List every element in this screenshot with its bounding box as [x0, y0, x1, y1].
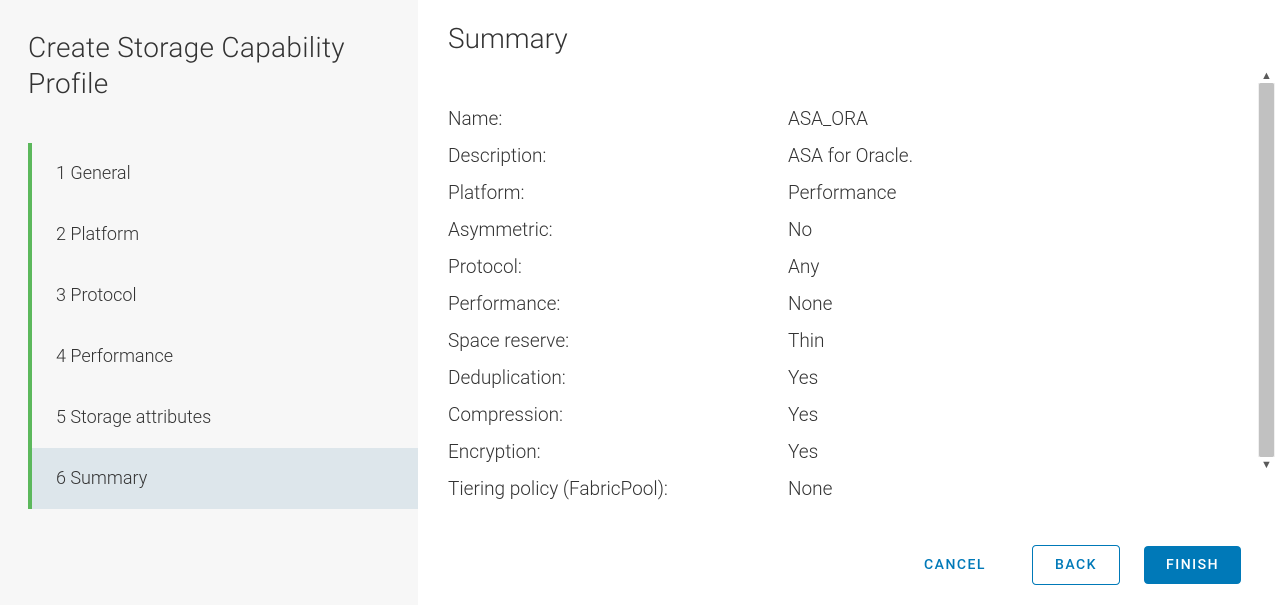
wizard-title: Create Storage Capability Profile	[28, 30, 418, 103]
summary-label: Space reserve:	[448, 329, 788, 352]
step-general[interactable]: 1 General	[32, 143, 418, 204]
vertical-scrollbar[interactable]: ▲ ▼	[1258, 70, 1275, 470]
step-label: Protocol	[70, 285, 136, 306]
step-label: Storage attributes	[70, 407, 211, 428]
summary-label: Platform:	[448, 181, 788, 204]
scroll-track[interactable]	[1258, 83, 1275, 457]
summary-value: Yes	[788, 403, 818, 426]
summary-label: Asymmetric:	[448, 218, 788, 241]
summary-value: ASA for Oracle.	[788, 144, 913, 167]
summary-body: Name: ASA_ORA Description: ASA for Oracl…	[448, 100, 1255, 527]
wizard-steps: 1 General 2 Platform 3 Protocol 4 Perfor…	[28, 143, 418, 509]
summary-value: No	[788, 218, 812, 241]
summary-label: Deduplication:	[448, 366, 788, 389]
summary-row-asymmetric: Asymmetric: No	[448, 211, 1255, 248]
step-platform[interactable]: 2 Platform	[32, 204, 418, 265]
summary-row-compression: Compression: Yes	[448, 396, 1255, 433]
summary-value: Performance	[788, 181, 896, 204]
scroll-thumb[interactable]	[1259, 83, 1274, 457]
summary-row-tiering-policy: Tiering policy (FabricPool): None	[448, 470, 1255, 507]
summary-row-name: Name: ASA_ORA	[448, 100, 1255, 137]
step-label: Performance	[70, 346, 173, 367]
summary-label: Compression:	[448, 403, 788, 426]
summary-label: Encryption:	[448, 440, 788, 463]
step-number: 4	[56, 346, 66, 367]
scroll-up-arrow-icon[interactable]: ▲	[1261, 70, 1272, 81]
summary-value: Yes	[788, 366, 818, 389]
summary-row-description: Description: ASA for Oracle.	[448, 137, 1255, 174]
step-number: 3	[56, 285, 66, 306]
cancel-button[interactable]: CANCEL	[902, 546, 1008, 584]
step-label: General	[70, 163, 130, 184]
summary-value: None	[788, 292, 832, 315]
summary-row-protocol: Protocol: Any	[448, 248, 1255, 285]
summary-value: None	[788, 477, 832, 500]
step-number: 5	[56, 407, 66, 428]
summary-row-platform: Platform: Performance	[448, 174, 1255, 211]
summary-value: ASA_ORA	[788, 107, 868, 130]
scroll-down-arrow-icon[interactable]: ▼	[1261, 459, 1272, 470]
step-performance[interactable]: 4 Performance	[32, 326, 418, 387]
step-label: Summary	[70, 468, 147, 489]
step-label: Platform	[70, 224, 139, 245]
main-content: Summary Name: ASA_ORA Description: ASA f…	[418, 0, 1275, 605]
wizard-buttons: CANCEL BACK FINISH	[448, 527, 1255, 605]
summary-row-encryption: Encryption: Yes	[448, 433, 1255, 470]
summary-value: Thin	[788, 329, 825, 352]
summary-row-space-reserve: Space reserve: Thin	[448, 322, 1255, 359]
wizard-sidebar: Create Storage Capability Profile 1 Gene…	[0, 0, 418, 605]
summary-label: Description:	[448, 144, 788, 167]
summary-row-performance: Performance: None	[448, 285, 1255, 322]
finish-button[interactable]: FINISH	[1144, 546, 1241, 584]
summary-value: Yes	[788, 440, 818, 463]
summary-label: Performance:	[448, 292, 788, 315]
summary-row-deduplication: Deduplication: Yes	[448, 359, 1255, 396]
page-title: Summary	[448, 22, 1255, 55]
summary-label: Tiering policy (FabricPool):	[448, 477, 788, 500]
summary-label: Protocol:	[448, 255, 788, 278]
step-storage-attributes[interactable]: 5 Storage attributes	[32, 387, 418, 448]
step-number: 2	[56, 224, 66, 245]
step-protocol[interactable]: 3 Protocol	[32, 265, 418, 326]
summary-value: Any	[788, 255, 819, 278]
step-number: 1	[56, 163, 66, 184]
summary-label: Name:	[448, 107, 788, 130]
step-summary[interactable]: 6 Summary	[32, 448, 418, 509]
step-number: 6	[56, 468, 66, 489]
back-button[interactable]: BACK	[1032, 545, 1120, 585]
